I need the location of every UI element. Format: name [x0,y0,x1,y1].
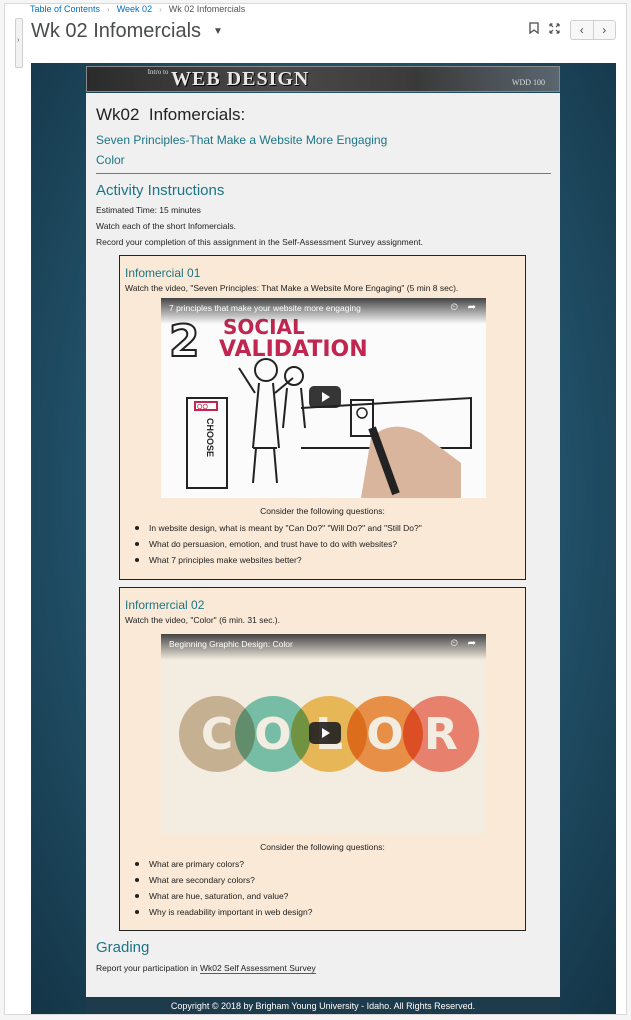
course-banner: Intro to WEB DESIGN WDD 100 [86,66,560,92]
infomercial-02-consider: Consider the following questions: [260,842,385,852]
title-dropdown-chevron-icon[interactable]: ▼ [213,26,223,37]
infomercial-02-box: Informercial 02 Watch the video, "Color"… [119,587,526,931]
banner-title: WEB DESIGN [171,68,310,90]
fullscreen-icon[interactable] [546,22,562,38]
list-item: What are hue, saturation, and value? [135,888,312,904]
play-button-icon[interactable] [309,386,341,408]
next-topic-button[interactable]: › [592,21,616,39]
color-letter: C [200,708,234,760]
self-assessment-survey-link[interactable]: Wk02 Self Assessment Survey [199,963,316,974]
watch-instruction: Watch each of the short Infomercials. [96,221,236,231]
chevron-left-icon: ‹ [579,23,584,37]
content-panel: Wk02 Infomercials: Seven Principles-That… [86,93,560,997]
topic-navigation: ‹ › [570,20,616,40]
grading-heading: Grading [96,939,150,956]
watch-later-clock-icon[interactable]: ⏲ [450,638,458,649]
infomercial-01-questions: In website design, what is meant by "Can… [135,520,422,568]
banner-course-code: WDD 100 [511,78,545,87]
color-letter: R [424,708,458,760]
breadcrumb: Table of Contents › Week 02 › Wk 02 Infomerc… [30,4,245,14]
side-panel-toggle[interactable]: › [15,18,23,68]
breadcrumb-table-of-contents[interactable]: Table of Contents [30,4,100,14]
infomercial-02-questions: What are primary colors? What are second… [135,856,312,920]
previous-topic-button[interactable]: ‹ [571,21,593,39]
activity-heading: Activity Instructions [96,182,225,199]
bookmark-icon[interactable] [526,22,542,38]
svg-text:CHOOSE: CHOOSE [205,418,215,457]
chevron-right-icon: › [159,5,162,14]
infomercial-01-box: Infomercial 01 Watch the video, "Seven P… [119,255,526,580]
grading-text: Report your participation in Wk02 Self A… [96,963,316,974]
content-frame: › Table of Contents › Week 02 › Wk 02 Infome… [4,3,627,1015]
list-item: What 7 principles make websites better? [135,552,422,568]
chevron-right-icon: › [17,37,20,44]
svg-text:OO: OO [197,404,208,411]
infomercial-01-description: Watch the video, "Seven Principles: That… [125,283,459,293]
color-letter: O [366,708,404,760]
infomercial-01-heading: Infomercial 01 [125,266,201,280]
page-title: Wk 02 Infomercials [31,20,202,42]
play-button-icon[interactable] [309,722,341,744]
watch-later-clock-icon[interactable]: ⏲ [450,302,458,313]
list-item: What are secondary colors? [135,872,312,888]
banner-intro: Intro to [147,68,169,76]
breadcrumb-current: Wk 02 Infomercials [168,4,246,14]
video-title[interactable]: Beginning Graphic Design: Color [169,639,293,649]
infomercial-02-heading: Informercial 02 [125,598,205,612]
list-item: What are primary colors? [135,856,312,872]
share-icon[interactable]: ➦ [468,302,476,313]
grading-label: Report your participation in [96,963,200,973]
subtitle-principles: Seven Principles-That Make a Website Mor… [96,133,388,147]
color-letter: O [254,708,292,760]
list-item: What do persuasion, emotion, and trust h… [135,536,422,552]
breadcrumb-week-02[interactable]: Week 02 [117,4,152,14]
list-item: Why is readability important in web desi… [135,904,312,920]
svg-text:VALIDATION: VALIDATION [219,337,368,362]
record-instruction: Record your completion of this assignmen… [96,237,423,247]
video-player-principles[interactable]: 2 SOCIAL VALIDATION OO CHOOSE 7 principl… [161,298,486,498]
subtitle-color: Color [96,153,125,167]
infomercial-02-description: Watch the video, "Color" (6 min. 31 sec.… [125,615,281,625]
list-item: In website design, what is meant by "Can… [135,520,422,536]
estimated-time: Estimated Time: 15 minutes [96,205,201,215]
video-title[interactable]: 7 principles that make your website more… [169,303,361,313]
chevron-right-icon: › [107,5,110,14]
chevron-right-icon: › [602,23,607,37]
infomercial-01-consider: Consider the following questions: [260,506,385,516]
color-circle-5: R [403,696,479,772]
topic-heading: Wk02 Infomercials: [96,105,246,124]
share-icon[interactable]: ➦ [468,638,476,649]
video-player-color[interactable]: COLOR Beginning Graphic Design: Color ⏲ … [161,634,486,834]
copyright-footer: Copyright © 2018 by Brigham Young Univer… [86,997,560,1014]
topic-content: Intro to WEB DESIGN WDD 100 Wk02 Infomer… [31,63,616,1014]
divider [96,173,551,174]
